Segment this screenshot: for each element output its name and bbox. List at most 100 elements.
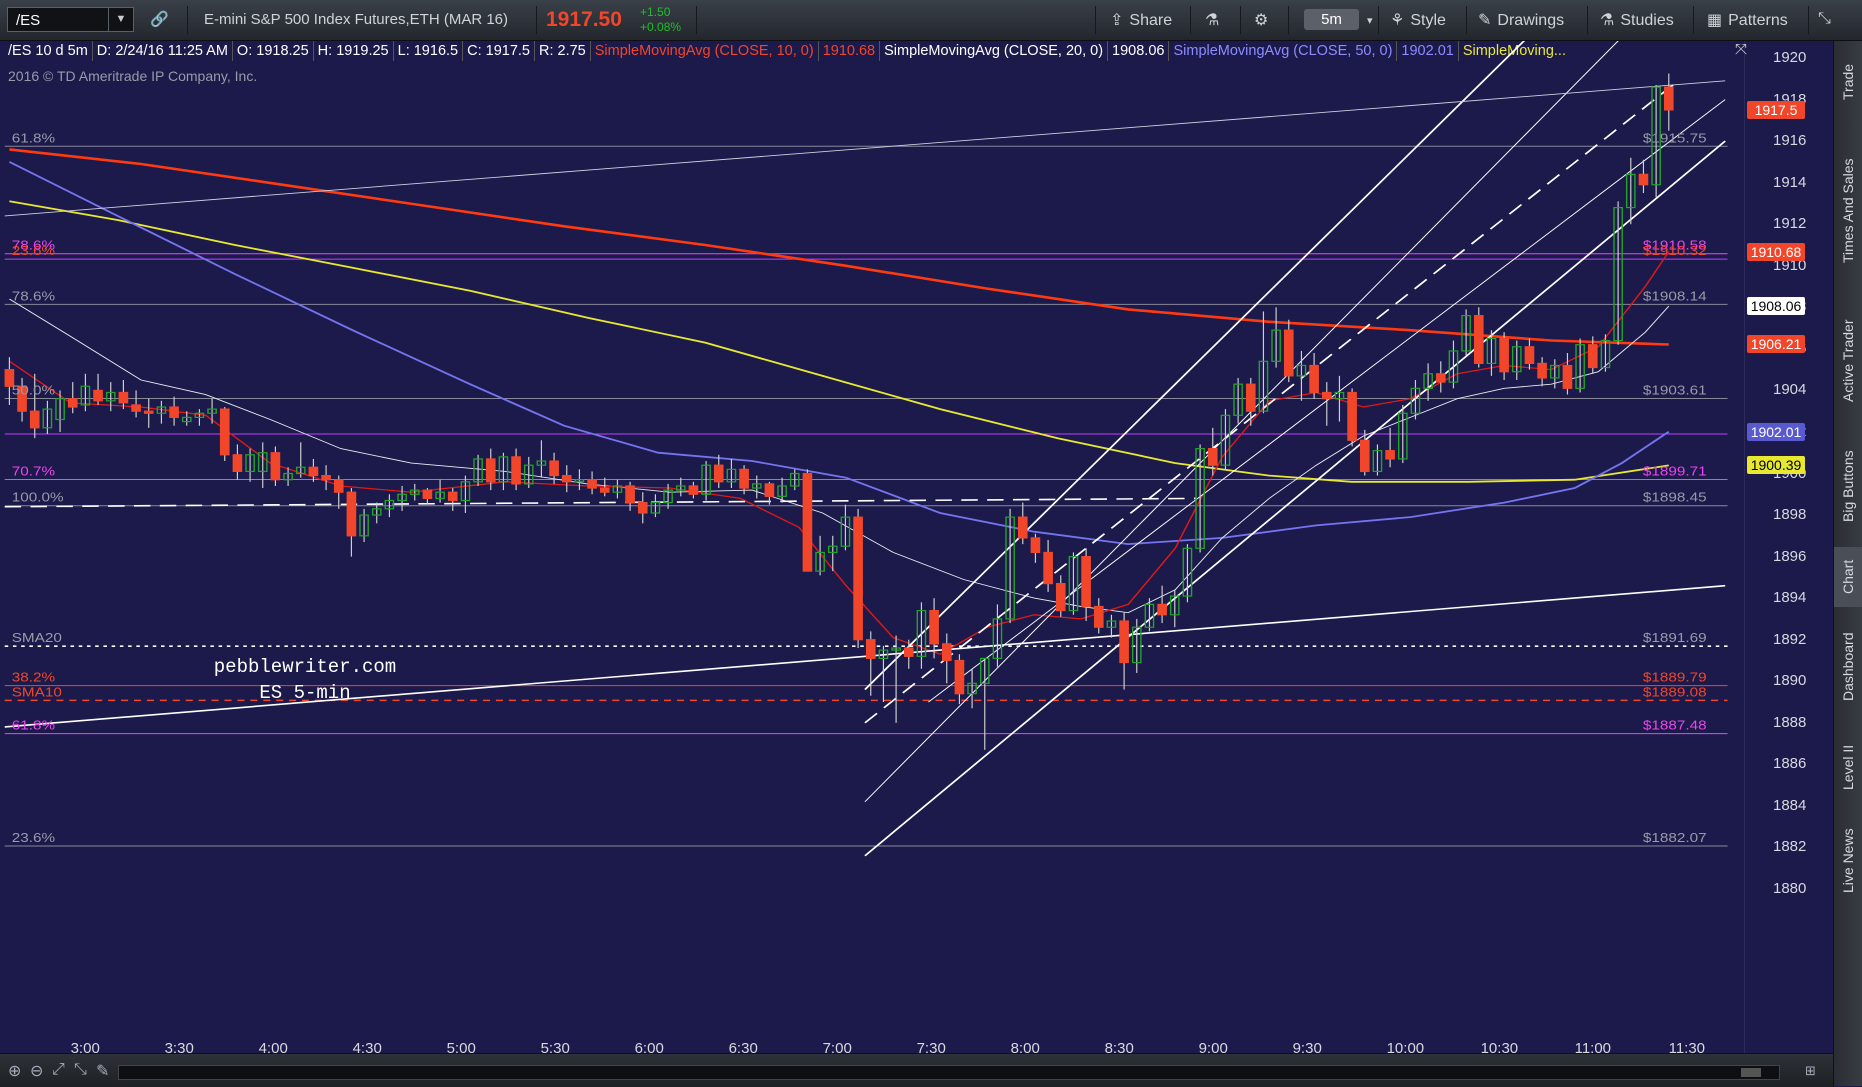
candle-down: [1473, 315, 1484, 364]
link-icon[interactable]: 🔗: [150, 10, 169, 28]
bottom-bar: ⊕ ⊖ ⤢ ⤡ ✎ ⊞: [0, 1053, 1833, 1087]
symbol-text[interactable]: /ES: [16, 12, 40, 29]
trendline: [864, 41, 1619, 803]
y-tick: 1904: [1773, 381, 1807, 399]
candle-down: [1043, 551, 1053, 585]
divider: [1378, 6, 1379, 34]
candle-down: [131, 404, 141, 412]
patterns-icon: ▦: [1707, 12, 1723, 29]
studies-button[interactable]: ⚗ Studies: [1600, 10, 1674, 30]
candle-down: [1030, 537, 1041, 554]
price-tag: 1902.01: [1747, 422, 1805, 441]
candle-down: [1321, 391, 1332, 400]
sma200-line: [9, 148, 1669, 346]
pencil-icon: ✎: [1478, 12, 1492, 29]
y-tick: 1912: [1773, 215, 1807, 233]
level-left-label: 78.6%: [12, 289, 56, 304]
toolbar: /ES ▼ 🔗 E-mini S&P 500 Index Futures,ETH…: [0, 0, 1862, 41]
price-tag: 1917.5: [1747, 100, 1805, 119]
level-right-label: $1889.79: [1643, 671, 1707, 686]
zoom-out-icon[interactable]: ⊖: [30, 1061, 43, 1081]
candle-down: [93, 389, 103, 402]
divider: [1808, 6, 1809, 34]
candle-down: [219, 408, 230, 456]
price-axis[interactable]: ⤧ 19201918191619141912191019081906190419…: [1735, 41, 1834, 1053]
collapse-icon[interactable]: ⤡: [1818, 10, 1831, 28]
tab-active-trader[interactable]: Active Trader: [1834, 306, 1862, 416]
symbol-selector[interactable]: /ES ▼: [7, 7, 134, 32]
timeframe-chevron-icon[interactable]: ▾: [1367, 14, 1373, 27]
candle-down: [1283, 329, 1294, 377]
flask-icon[interactable]: ⚗: [1205, 10, 1219, 30]
candle-down: [954, 659, 965, 695]
tab-dashboard[interactable]: Dashboard: [1834, 611, 1862, 723]
zoom-in-icon[interactable]: ⊕: [8, 1061, 21, 1081]
candle-down: [1537, 362, 1547, 379]
annotation-line-2: ES 5-min: [259, 682, 351, 704]
drawings-button[interactable]: ✎ Drawings: [1478, 10, 1564, 30]
candle-down: [333, 479, 344, 493]
trendline: [864, 80, 1679, 724]
candle-down: [1524, 346, 1535, 364]
price-chart[interactable]: 61.8% $1915.7578.6% $1910.5823.6% $1910.327…: [0, 41, 1744, 1051]
candles: [4, 73, 1674, 750]
tab-times-and-sales[interactable]: Times And Sales: [1834, 131, 1862, 291]
style-icon: ⚘: [1390, 12, 1405, 29]
pen-icon[interactable]: ✎: [96, 1061, 109, 1081]
share-button[interactable]: ⇪ Share: [1110, 10, 1172, 30]
y-tick: 1890: [1773, 672, 1807, 690]
candle-down: [118, 391, 129, 404]
timeframe-button[interactable]: 5m: [1304, 9, 1359, 30]
candle-down: [308, 466, 319, 477]
level-right-label: $1908.14: [1643, 289, 1707, 304]
y-tick: 1888: [1773, 713, 1807, 731]
tab-trade[interactable]: Trade: [1834, 45, 1862, 119]
level-right-label: $1891.69: [1643, 631, 1707, 646]
style-button[interactable]: ⚘ Style: [1390, 10, 1446, 30]
expand-icon[interactable]: ⊞: [1805, 1063, 1816, 1079]
candle-down: [549, 460, 559, 477]
share-icon: ⇪: [1110, 12, 1124, 29]
percent-change: +0.08%: [640, 20, 682, 34]
price-tag: 1900.39: [1747, 456, 1805, 475]
divider: [1240, 6, 1241, 34]
candle-down: [1093, 605, 1104, 628]
patterns-label: Patterns: [1728, 12, 1788, 29]
candle-down: [802, 472, 813, 572]
divider: [696, 6, 697, 34]
candle-down: [1017, 516, 1028, 539]
gear-icon[interactable]: ⚙: [1254, 10, 1268, 30]
candle-down: [561, 474, 572, 483]
level-left-label: 70.7%: [12, 465, 56, 480]
candle-down: [270, 452, 281, 481]
price-tag: 1910.68: [1747, 242, 1805, 261]
tab-chart[interactable]: Chart: [1834, 547, 1862, 607]
y-tick: 1914: [1773, 173, 1807, 191]
divider: [1587, 6, 1588, 34]
level-labels: 61.8% $1915.7578.6% $1910.5823.6% $1910.327…: [12, 131, 1707, 845]
scroll-thumb[interactable]: [1741, 1068, 1761, 1077]
tab-live-news[interactable]: Live News: [1834, 811, 1862, 911]
tab-level-ii[interactable]: Level II: [1834, 731, 1862, 803]
candle-down: [1245, 383, 1256, 412]
horizontal-scrollbar[interactable]: [118, 1065, 1780, 1080]
level-right-label: $1903.61: [1643, 384, 1707, 399]
candle-down: [713, 464, 724, 483]
candle-down: [29, 410, 40, 429]
net-change: +1.50: [640, 5, 671, 19]
chevron-down-icon[interactable]: ▼: [108, 8, 133, 31]
patterns-button[interactable]: ▦ Patterns: [1707, 10, 1788, 30]
tab-big-buttons[interactable]: Big Buttons: [1834, 431, 1862, 541]
axis-collapse-icon[interactable]: ⤧: [1735, 41, 1747, 58]
candle-down: [587, 479, 597, 489]
level-right-label: $1887.48: [1643, 719, 1707, 734]
y-tick: 1880: [1773, 880, 1807, 897]
drag-icon[interactable]: ⤡: [74, 1061, 87, 1079]
candle-down: [941, 643, 952, 662]
divider: [536, 6, 537, 34]
y-tick: 1882: [1773, 838, 1807, 856]
pan-icon[interactable]: ⤢: [52, 1061, 65, 1079]
level-right-label: $1915.75: [1643, 131, 1707, 146]
y-tick: 1916: [1773, 132, 1807, 150]
candle-down: [764, 483, 775, 497]
